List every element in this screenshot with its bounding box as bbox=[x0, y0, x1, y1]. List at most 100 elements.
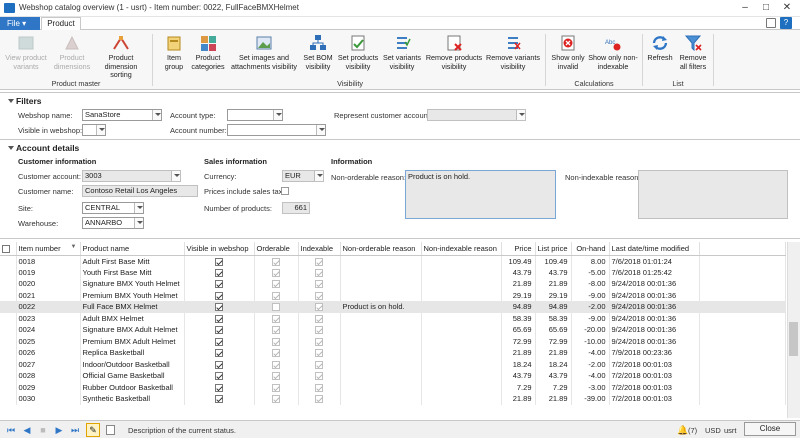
visible-in-webshop-checkbox[interactable] bbox=[215, 383, 223, 392]
row-selector[interactable] bbox=[0, 289, 17, 301]
account-number-select[interactable] bbox=[227, 124, 326, 136]
column-header[interactable]: Non-indexable reason bbox=[421, 242, 502, 256]
column-header[interactable]: List price bbox=[535, 242, 572, 256]
column-header[interactable]: Orderable bbox=[254, 242, 299, 256]
column-header[interactable]: Product name bbox=[80, 242, 185, 256]
row-selector[interactable] bbox=[0, 335, 17, 347]
orderable-checkbox bbox=[272, 326, 280, 335]
row-selector[interactable] bbox=[0, 393, 17, 405]
table-row[interactable]: 0020 Signature BMX Youth Helmet 21.89 21.89… bbox=[0, 278, 786, 290]
column-header[interactable]: Item number ▼ bbox=[16, 242, 81, 256]
show-only-non-indexable-button[interactable]: Abc Show only non-indexable bbox=[588, 34, 638, 71]
column-header[interactable]: Visible in webshop bbox=[184, 242, 255, 256]
row-selector[interactable] bbox=[0, 370, 17, 382]
tab-product[interactable]: Product bbox=[41, 17, 81, 30]
close-button[interactable]: Close bbox=[744, 422, 796, 436]
row-selector[interactable] bbox=[0, 301, 17, 313]
table-row[interactable]: 0028 Official Game Basketball 43.79 43.79 -4… bbox=[0, 370, 786, 382]
prices-include-tax-checkbox[interactable] bbox=[281, 187, 289, 195]
row-selector[interactable] bbox=[0, 255, 17, 267]
filters-section-title[interactable]: Filters bbox=[8, 96, 42, 106]
refresh-button[interactable]: Refresh bbox=[645, 34, 675, 63]
table-row[interactable]: 0019 Youth First Base Mitt 43.79 43.79 -5.00… bbox=[0, 266, 786, 278]
row-selector[interactable] bbox=[0, 278, 17, 290]
row-selector[interactable] bbox=[0, 358, 17, 370]
column-header[interactable]: Non-orderable reason bbox=[340, 242, 422, 256]
visible-in-webshop-checkbox[interactable] bbox=[215, 314, 223, 323]
table-row[interactable]: 0018 Adult First Base Mitt 109.49 109.49 8.0… bbox=[0, 255, 786, 267]
row-selector[interactable] bbox=[0, 266, 17, 278]
visible-in-webshop-checkbox[interactable] bbox=[215, 349, 223, 358]
layout-icon[interactable] bbox=[766, 18, 776, 28]
bell-icon[interactable]: 🔔 bbox=[677, 425, 688, 436]
table-row[interactable]: 0029 Rubber Outdoor Basketball 7.29 7.29 -3.… bbox=[0, 381, 786, 393]
account-type-select[interactable] bbox=[227, 109, 283, 121]
visible-in-webshop-checkbox[interactable] bbox=[215, 280, 223, 289]
ribbon-separator bbox=[152, 34, 153, 86]
table-row[interactable]: 0022 Full Face BMX Helmet Product is on ho… bbox=[0, 301, 786, 313]
visible-in-webshop-checkbox[interactable] bbox=[215, 372, 223, 381]
row-selector[interactable] bbox=[0, 312, 17, 324]
visible-in-webshop-checkbox[interactable] bbox=[215, 395, 223, 404]
table-row[interactable]: 0025 Premium BMX Adult Helmet 72.99 72.99 -1… bbox=[0, 335, 786, 347]
table-row[interactable]: 0030 Synthetic Basketball 21.89 21.89 -39.00… bbox=[0, 393, 786, 405]
set-bom-visibility-button[interactable]: Set BOM visibility bbox=[300, 34, 336, 71]
visible-in-webshop-checkbox[interactable] bbox=[215, 268, 223, 277]
row-selector[interactable] bbox=[0, 324, 17, 336]
column-header[interactable]: Price bbox=[501, 242, 536, 256]
visible-in-webshop-checkbox[interactable] bbox=[215, 360, 223, 369]
table-row[interactable]: 0021 Premium BMX Youth Helmet 29.19 29.19 -9… bbox=[0, 289, 786, 301]
row-filler bbox=[699, 289, 786, 301]
table-row[interactable]: 0024 Signature BMX Adult Helmet 65.69 65.69… bbox=[0, 324, 786, 336]
set-images-visibility-button[interactable]: Set images and attachments visibility bbox=[228, 34, 300, 71]
list-price-cell: 43.79 bbox=[535, 370, 572, 382]
visible-in-webshop-checkbox[interactable] bbox=[215, 291, 223, 300]
visible-in-webshop-checkbox[interactable] bbox=[215, 337, 223, 346]
help-icon[interactable]: ? bbox=[780, 17, 792, 29]
file-menu[interactable]: File ▾ bbox=[0, 17, 40, 30]
notes-icon[interactable] bbox=[106, 425, 115, 435]
next-record-icon[interactable]: ▶ bbox=[54, 425, 64, 435]
column-header[interactable]: On-hand bbox=[571, 242, 610, 256]
item-group-button[interactable]: Item group bbox=[158, 34, 190, 71]
table-row[interactable]: 0026 Replica Basketball 21.89 21.89 -4.00 7/9… bbox=[0, 347, 786, 359]
remove-variants-visibility-button[interactable]: Remove variants visibility bbox=[484, 34, 542, 71]
row-selector[interactable] bbox=[0, 347, 17, 359]
visible-in-webshop-checkbox[interactable] bbox=[215, 326, 223, 335]
price-cell: 29.19 bbox=[501, 289, 536, 301]
webshop-name-select[interactable]: SanaStore bbox=[82, 109, 162, 121]
visible-in-webshop-cell bbox=[184, 358, 255, 370]
last-record-icon[interactable]: ⏭ bbox=[70, 425, 80, 435]
indexable-checkbox bbox=[315, 326, 323, 335]
set-variants-visibility-button[interactable]: Set variants visibility bbox=[380, 34, 424, 71]
remove-products-visibility-button[interactable]: Remove products visibility bbox=[424, 34, 484, 71]
edit-pencil-icon[interactable]: ✎ bbox=[86, 423, 100, 437]
product-dimension-sorting-button[interactable]: Product dimension sorting bbox=[93, 34, 149, 80]
scrollbar-thumb[interactable] bbox=[789, 322, 798, 356]
first-record-icon[interactable]: ⏮ bbox=[6, 425, 16, 435]
maximize-icon[interactable]: □ bbox=[756, 1, 776, 15]
show-only-invalid-button[interactable]: Show only invalid bbox=[548, 34, 588, 71]
product-categories-button[interactable]: Product categories bbox=[190, 34, 226, 71]
table-row[interactable]: 0023 Adult BMX Helmet 58.39 58.39 -9.00 9/24/… bbox=[0, 312, 786, 324]
select-all-checkbox-cell[interactable] bbox=[0, 242, 17, 256]
account-details-section-title[interactable]: Account details bbox=[7, 143, 79, 153]
select-all-checkbox[interactable] bbox=[2, 244, 10, 253]
visible-in-webshop-select[interactable] bbox=[82, 124, 106, 136]
close-window-icon[interactable]: ✕ bbox=[777, 1, 797, 15]
item-number-cell: 0019 bbox=[16, 266, 81, 278]
item-number-cell: 0023 bbox=[16, 312, 81, 324]
table-row[interactable]: 0027 Indoor/Outdoor Basketball 18.24 18.24-… bbox=[0, 358, 786, 370]
row-selector[interactable] bbox=[0, 381, 17, 393]
set-products-visibility-button[interactable]: Set products visibility bbox=[336, 34, 380, 71]
minimize-icon[interactable]: – bbox=[735, 1, 755, 15]
column-header[interactable]: Last date/time modified bbox=[609, 242, 700, 256]
site-select[interactable]: CENTRAL bbox=[82, 202, 144, 214]
column-header[interactable]: Indexable bbox=[298, 242, 341, 256]
remove-all-filters-button[interactable]: Remove all filters bbox=[676, 34, 710, 71]
product-dimensions-label: Product dimensions bbox=[53, 53, 91, 71]
visible-in-webshop-checkbox[interactable] bbox=[215, 303, 223, 312]
warehouse-select[interactable]: ANNARBO bbox=[82, 217, 144, 229]
previous-record-icon[interactable]: ◀ bbox=[22, 425, 32, 435]
visible-in-webshop-checkbox[interactable] bbox=[215, 257, 223, 266]
